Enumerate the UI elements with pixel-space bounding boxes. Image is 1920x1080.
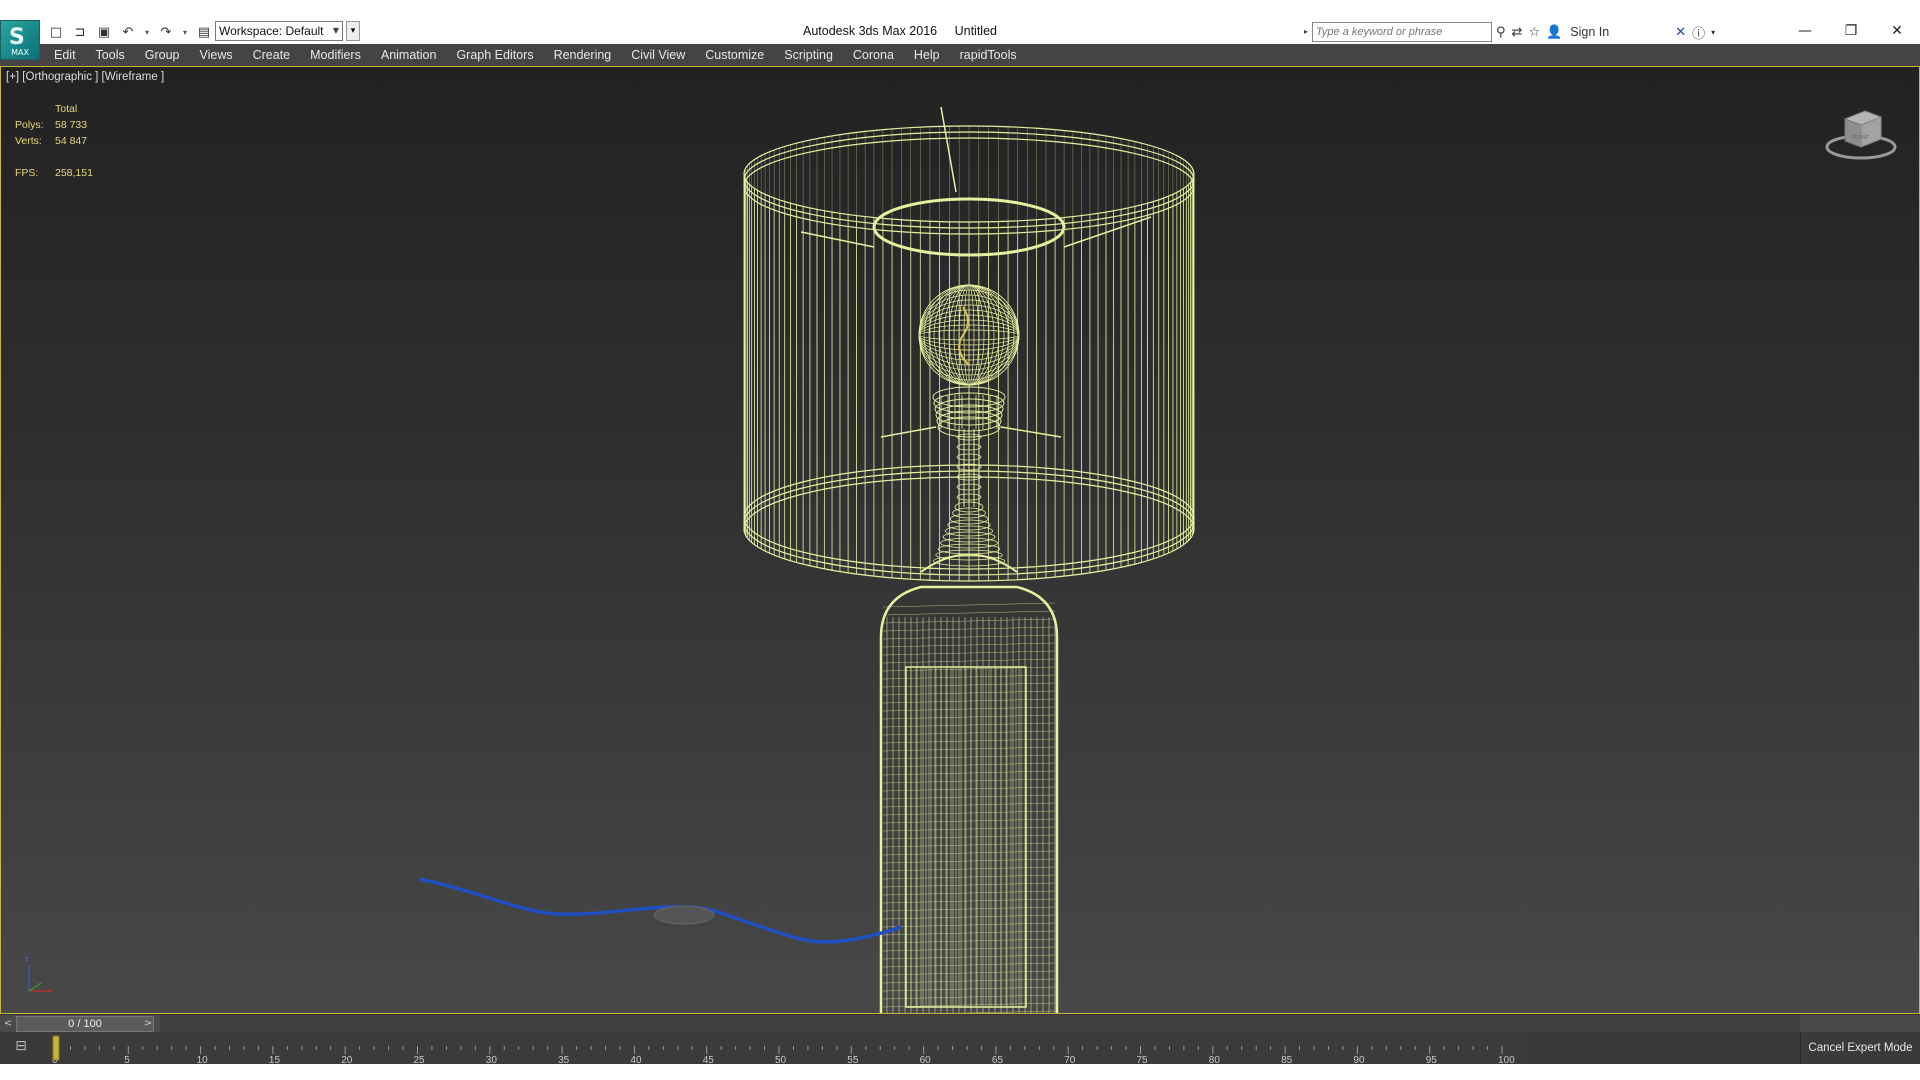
fps-value: 258,151 bbox=[55, 167, 93, 179]
menu-group[interactable]: Group bbox=[145, 48, 180, 62]
menu-customize[interactable]: Customize bbox=[705, 48, 764, 62]
track-tick-label: 70 bbox=[1064, 1055, 1076, 1064]
lamp-shade-wireframe bbox=[743, 106, 1195, 582]
menu-modifiers[interactable]: Modifiers bbox=[310, 48, 361, 62]
document-name: Untitled bbox=[954, 24, 997, 38]
title-bar: S MAX □ ⊐ ▣ ↶ ▾ ↷ ▾ ▤ Workspace: Default… bbox=[0, 0, 1920, 60]
menu-edit[interactable]: Edit bbox=[54, 48, 76, 62]
menu-scripting[interactable]: Scripting bbox=[784, 48, 833, 62]
time-slider: < 0 / 100 > bbox=[0, 1014, 1920, 1033]
menu-civil-view[interactable]: Civil View bbox=[631, 48, 685, 62]
autodesk-x-icon[interactable]: ✕ bbox=[1675, 25, 1686, 40]
menu-create[interactable]: Create bbox=[253, 48, 291, 62]
help-dropdown-icon[interactable]: ▾ bbox=[1711, 28, 1715, 37]
exchange-icon[interactable]: ⇄ bbox=[1512, 25, 1523, 40]
menu-rendering[interactable]: Rendering bbox=[554, 48, 612, 62]
menu-tools[interactable]: Tools bbox=[96, 48, 125, 62]
sign-in-button[interactable]: Sign In bbox=[1570, 25, 1609, 39]
axis-tripod-icon: z bbox=[25, 955, 53, 992]
time-slider-thumb[interactable]: 0 / 100 bbox=[16, 1016, 154, 1032]
track-bar-ruler[interactable]: 0510152025303540455055606570758085909510… bbox=[48, 1032, 1754, 1064]
search-expand-icon[interactable]: ▸ bbox=[1300, 21, 1312, 43]
bottle-base-wireframe bbox=[879, 553, 1059, 1013]
track-tick-label: 35 bbox=[558, 1055, 570, 1064]
verts-value: 54 847 bbox=[55, 135, 88, 147]
app-logo-text: MAX bbox=[11, 48, 29, 57]
track-tick-label: 80 bbox=[1209, 1055, 1221, 1064]
app-name: Autodesk 3ds Max 2016 bbox=[803, 24, 938, 38]
app-logo-icon: S bbox=[9, 25, 25, 50]
menu-bar: Edit Tools Group Views Create Modifiers … bbox=[0, 44, 1920, 66]
viewport-label-menu[interactable]: [+] [Orthographic ] [Wireframe ] bbox=[6, 71, 164, 83]
infocenter-icons: ⚲ ⇄ ☆ 👤 Sign In ✕ ⓘ ▾ bbox=[1496, 20, 1715, 44]
binoculars-icon[interactable]: ⚲ bbox=[1496, 25, 1506, 40]
track-tick-label: 55 bbox=[847, 1055, 859, 1064]
prev-frame-button[interactable]: < bbox=[0, 1015, 16, 1033]
track-tick-label: 65 bbox=[992, 1055, 1004, 1064]
help-icon[interactable]: ⓘ bbox=[1692, 23, 1705, 42]
cancel-expert-mode-button[interactable]: Cancel Expert Mode bbox=[1800, 1032, 1920, 1064]
polys-value: 58 733 bbox=[55, 119, 88, 131]
menu-animation[interactable]: Animation bbox=[381, 48, 437, 62]
viewport-perspective[interactable]: [+] [Orthographic ] [Wireframe ] Total P… bbox=[0, 66, 1920, 1014]
viewcube-face-label: FRONT bbox=[1852, 135, 1870, 141]
search-input[interactable] bbox=[1312, 22, 1492, 42]
menu-graph-editors[interactable]: Graph Editors bbox=[456, 48, 533, 62]
mini-curve-editor-icon[interactable]: ⊟ bbox=[10, 1038, 32, 1058]
track-tick-label: 100 bbox=[1498, 1055, 1515, 1064]
track-tick-label: 15 bbox=[269, 1055, 281, 1064]
track-tick-label: 90 bbox=[1353, 1055, 1365, 1064]
menu-views[interactable]: Views bbox=[199, 48, 232, 62]
verts-label: Verts: bbox=[15, 135, 42, 147]
track-tick-label: 40 bbox=[630, 1055, 642, 1064]
user-icon: 👤 bbox=[1546, 24, 1563, 40]
fps-label: FPS: bbox=[15, 167, 39, 179]
status-strip bbox=[0, 1064, 1920, 1080]
close-button[interactable]: ✕ bbox=[1874, 18, 1920, 44]
track-tick-label: 75 bbox=[1137, 1055, 1149, 1064]
track-tick-label: 10 bbox=[197, 1055, 209, 1064]
next-frame-button[interactable]: > bbox=[140, 1015, 156, 1033]
svg-text:z: z bbox=[25, 955, 29, 963]
window-controls: — ❐ ✕ bbox=[1782, 18, 1920, 44]
stats-header: Total bbox=[55, 103, 78, 115]
viewcube-widget[interactable]: FRONT bbox=[1821, 97, 1901, 167]
track-tick-label: 45 bbox=[703, 1055, 715, 1064]
menu-rapidtools[interactable]: rapidTools bbox=[960, 48, 1017, 62]
cable-switch bbox=[653, 905, 715, 925]
viewport-statistics: Total Polys: 58 733 Verts: 54 847 FPS: 258,… bbox=[15, 101, 93, 181]
track-tick-label: 60 bbox=[920, 1055, 932, 1064]
track-tick-label: 30 bbox=[486, 1055, 498, 1064]
polys-label: Polys: bbox=[15, 119, 44, 131]
menu-help[interactable]: Help bbox=[914, 48, 940, 62]
track-bar: ⊟ 05101520253035404550556065707580859095… bbox=[0, 1032, 1920, 1064]
time-slider-track[interactable] bbox=[160, 1015, 1800, 1033]
track-tick-label: 95 bbox=[1426, 1055, 1438, 1064]
track-tick-label: 25 bbox=[414, 1055, 426, 1064]
restore-button[interactable]: ❐ bbox=[1828, 18, 1874, 44]
menu-corona[interactable]: Corona bbox=[853, 48, 894, 62]
infocenter-search: ▸ bbox=[1300, 20, 1492, 44]
track-tick-label: 85 bbox=[1281, 1055, 1293, 1064]
app-menu-button[interactable]: S MAX bbox=[0, 20, 40, 60]
star-icon[interactable]: ☆ bbox=[1528, 25, 1540, 40]
track-tick-label: 20 bbox=[341, 1055, 353, 1064]
wireframe-scene[interactable] bbox=[1, 67, 1920, 1014]
track-tick-label: 5 bbox=[124, 1055, 130, 1064]
minimize-button[interactable]: — bbox=[1782, 18, 1828, 44]
current-frame-marker bbox=[52, 1035, 60, 1061]
track-tick-label: 50 bbox=[775, 1055, 787, 1064]
